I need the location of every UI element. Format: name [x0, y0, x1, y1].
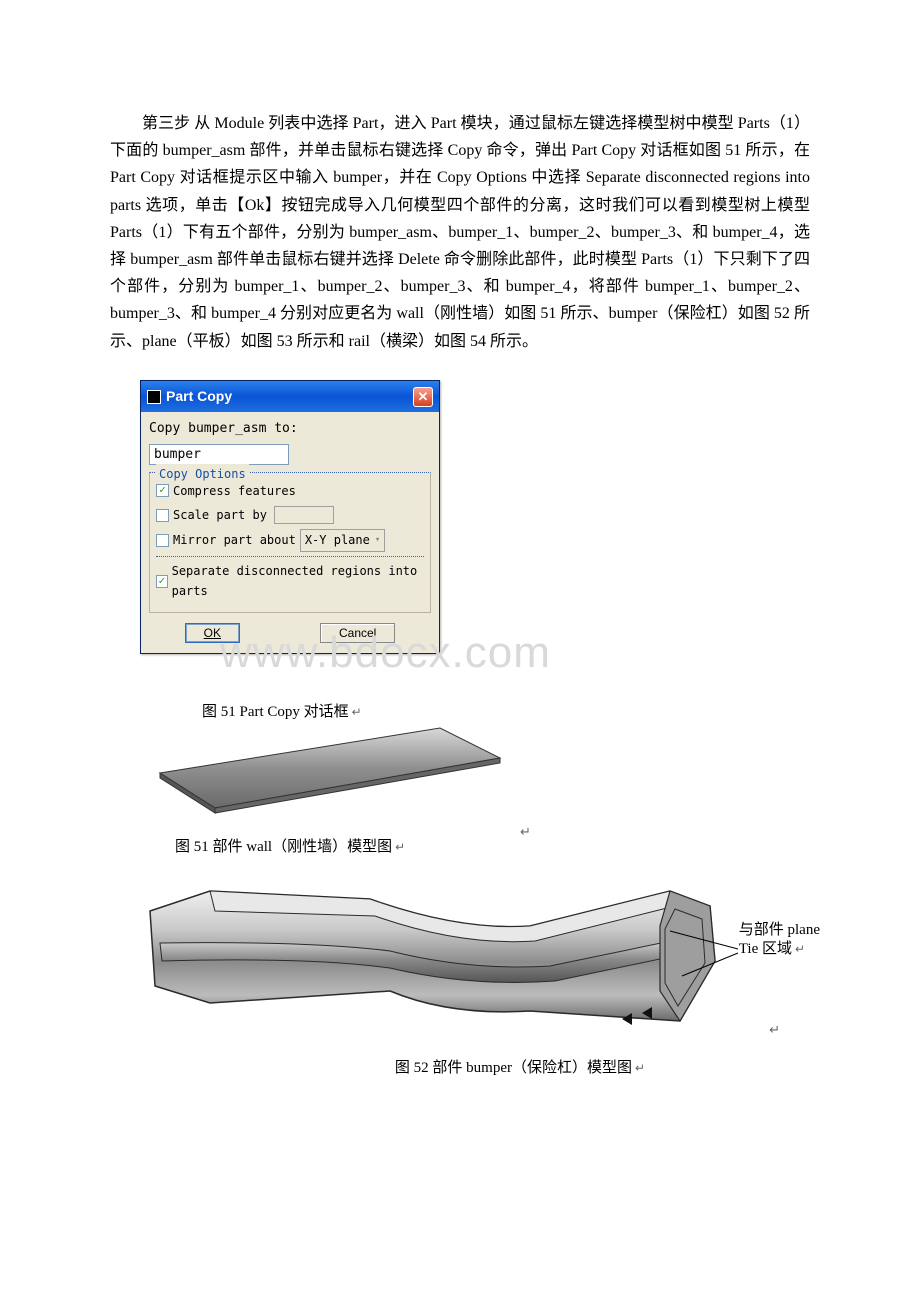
- part-copy-dialog: Part Copy ✕ Copy bumper_asm to: Copy Opt…: [140, 380, 440, 654]
- return-icon: ↵: [352, 705, 362, 719]
- dialog-title-text: Part Copy: [166, 385, 232, 409]
- ok-button[interactable]: OK: [185, 623, 240, 643]
- wall-model-figure: ↵: [140, 718, 810, 845]
- copy-name-input[interactable]: [149, 444, 289, 465]
- separate-regions-label: Separate disconnected regions into parts: [172, 561, 424, 602]
- figures-area: Part Copy ✕ Copy bumper_asm to: Copy Opt…: [110, 380, 810, 1082]
- scale-part-label: Scale part by: [173, 505, 267, 525]
- copy-prompt: Copy bumper_asm to:: [149, 418, 431, 440]
- mirror-plane-value: X-Y plane: [305, 530, 370, 550]
- checkbox-checked-icon[interactable]: ✓: [156, 575, 168, 588]
- body-paragraph: 第三步 从 Module 列表中选择 Part，进入 Part 模块，通过鼠标左…: [110, 110, 810, 355]
- checkbox-unchecked-icon[interactable]: [156, 509, 169, 522]
- tie-region-annotation: 与部件 plane Tie 区域↵: [739, 921, 820, 960]
- bumper-model-svg: [130, 871, 750, 1041]
- return-icon: ↵: [395, 840, 405, 854]
- checkbox-unchecked-icon[interactable]: [156, 534, 169, 547]
- mirror-part-label: Mirror part about: [173, 530, 296, 550]
- return-icon: ↵: [520, 824, 531, 839]
- copy-options-fieldset: Copy Options ✓ Compress features Scale p…: [149, 472, 431, 613]
- figure-52-bumper-caption: 图 52 部件 bumper（保险杠）模型图↵: [230, 1056, 810, 1082]
- wall-model-svg: [140, 718, 520, 818]
- close-icon[interactable]: ✕: [413, 387, 433, 407]
- cancel-button[interactable]: Cancel: [320, 623, 395, 643]
- dialog-body: Copy bumper_asm to: Copy Options ✓ Compr…: [141, 412, 439, 652]
- mirror-plane-dropdown[interactable]: X-Y plane ▾: [300, 529, 385, 551]
- separate-regions-row[interactable]: ✓ Separate disconnected regions into par…: [156, 561, 424, 602]
- bumper-model-figure: 与部件 plane Tie 区域↵ ↵: [130, 871, 810, 1050]
- return-icon: ↵: [769, 1019, 780, 1041]
- mirror-part-row[interactable]: Mirror part about X-Y plane ▾: [156, 529, 424, 551]
- app-icon: [147, 390, 161, 404]
- chevron-down-icon: ▾: [375, 533, 380, 548]
- copy-options-legend: Copy Options: [156, 464, 249, 484]
- return-icon: ↵: [635, 1061, 645, 1075]
- return-icon: ↵: [795, 942, 805, 956]
- dialog-titlebar: Part Copy ✕: [141, 381, 439, 413]
- scale-value-input[interactable]: [274, 506, 334, 524]
- checkbox-checked-icon[interactable]: ✓: [156, 484, 169, 497]
- scale-part-row[interactable]: Scale part by: [156, 505, 424, 525]
